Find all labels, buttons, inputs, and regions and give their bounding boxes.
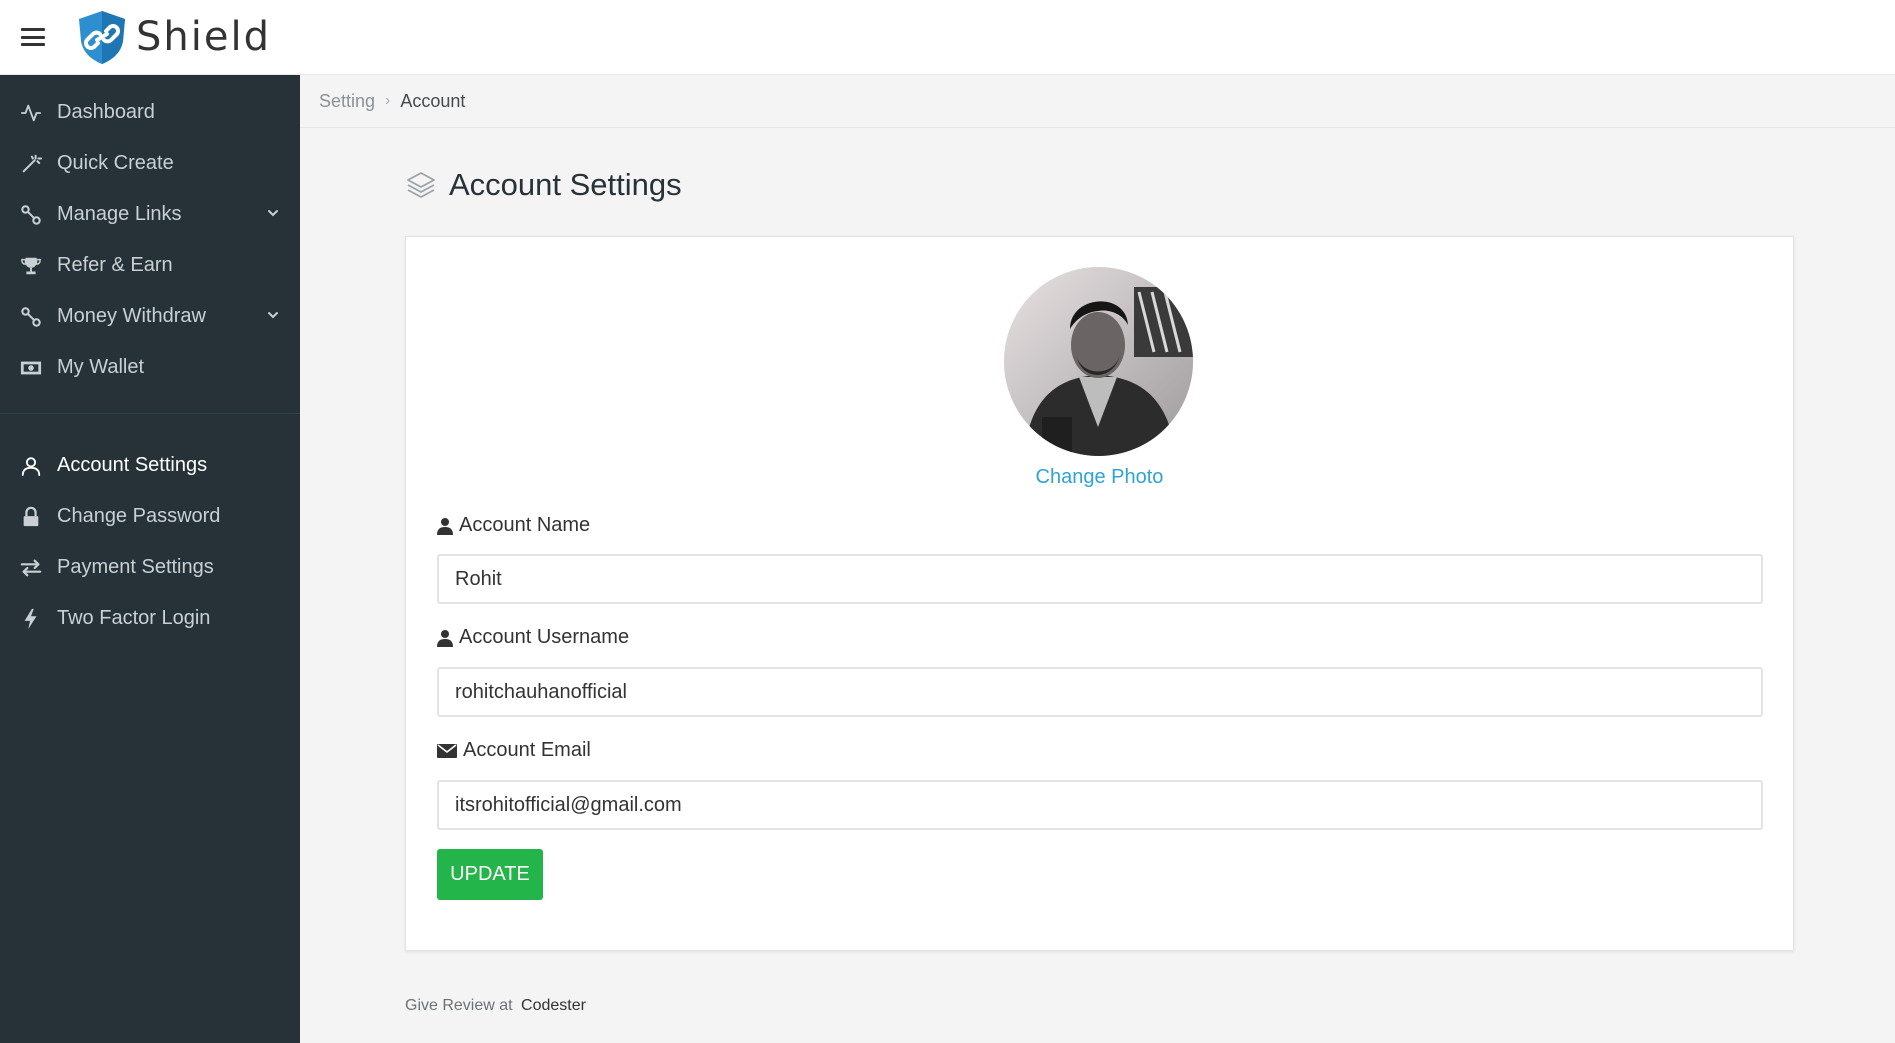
user-icon [437,629,453,647]
sidebar-item-dashboard[interactable]: Dashboard [0,87,300,138]
link-icon [19,305,43,329]
account-email-input[interactable] [437,780,1763,830]
sidebar-item-two-factor-login[interactable]: Two Factor Login [0,593,300,644]
hamburger-icon[interactable] [21,28,45,46]
sidebar-settings-group: Account Settings Change Password Payment… [0,440,300,644]
page-header: Account Settings [405,167,682,203]
footer-text: Give Review at [405,997,513,1014]
chevron-down-icon[interactable] [266,206,280,220]
magic-wand-icon [19,152,43,176]
breadcrumb-parent[interactable]: Setting [319,91,375,112]
activity-icon [19,101,43,125]
sidebar-item-payment-settings[interactable]: Payment Settings [0,542,300,593]
user-icon [19,454,43,478]
breadcrumb-current: Account [400,90,466,111]
avatar [1004,267,1193,456]
sidebar-item-my-wallet[interactable]: My Wallet [0,342,300,393]
trophy-icon [19,254,43,278]
sidebar-item-label: Manage Links [57,203,182,225]
sidebar-item-quick-create[interactable]: Quick Create [0,138,300,189]
sidebar: Dashboard Quick Create Manage Links Refe… [0,75,300,1043]
top-bar: Shield [0,0,1895,75]
layers-icon [407,172,435,198]
exchange-icon [19,556,43,580]
change-photo-link[interactable]: Change Photo [406,466,1793,489]
shield-link-icon [79,11,125,64]
sidebar-item-manage-links[interactable]: Manage Links [0,189,300,240]
sidebar-item-label: Payment Settings [57,556,214,578]
sidebar-item-label: My Wallet [57,356,145,378]
sidebar-item-label: Change Password [57,505,221,527]
sidebar-item-label: Account Settings [57,454,208,476]
account-username-input[interactable] [437,667,1763,717]
footer: Give Review at Codester [405,997,586,1015]
account-username-label: Account Username [437,626,629,649]
sidebar-item-label: Money Withdraw [57,305,206,327]
money-icon [19,356,43,380]
page-title: Account Settings [449,167,682,202]
sidebar-item-refer-earn[interactable]: Refer & Earn [0,240,300,291]
codester-link[interactable]: Codester [521,997,586,1014]
sidebar-item-money-withdraw[interactable]: Money Withdraw [0,291,300,342]
sidebar-item-label: Refer & Earn [57,254,173,276]
account-settings-card: Change Photo Account Name Account Userna… [405,236,1794,951]
breadcrumb: Setting › Account [300,75,1895,128]
app-name: Shield [136,14,271,60]
lock-icon [19,505,43,529]
sidebar-item-label: Dashboard [57,101,155,123]
sidebar-item-change-password[interactable]: Change Password [0,491,300,542]
sidebar-main-group: Dashboard Quick Create Manage Links Refe… [0,75,300,393]
logo[interactable]: Shield [76,9,271,65]
account-username-label-text: Account Username [459,626,630,648]
user-icon [437,517,453,535]
account-name-label-text: Account Name [459,514,591,536]
account-email-label-text: Account Email [463,739,591,761]
account-name-input[interactable] [437,554,1763,604]
breadcrumb-separator: › [385,92,391,109]
link-icon [19,203,43,227]
update-button[interactable]: UPDATE [437,849,543,900]
account-name-label: Account Name [437,514,590,537]
sidebar-item-label: Quick Create [57,152,174,174]
envelope-icon [437,743,457,758]
sidebar-item-label: Two Factor Login [57,607,211,629]
chevron-down-icon[interactable] [266,308,280,322]
bolt-icon [19,607,43,631]
account-email-label: Account Email [437,739,591,762]
sidebar-item-account-settings[interactable]: Account Settings [0,440,300,491]
sidebar-divider [0,413,300,414]
